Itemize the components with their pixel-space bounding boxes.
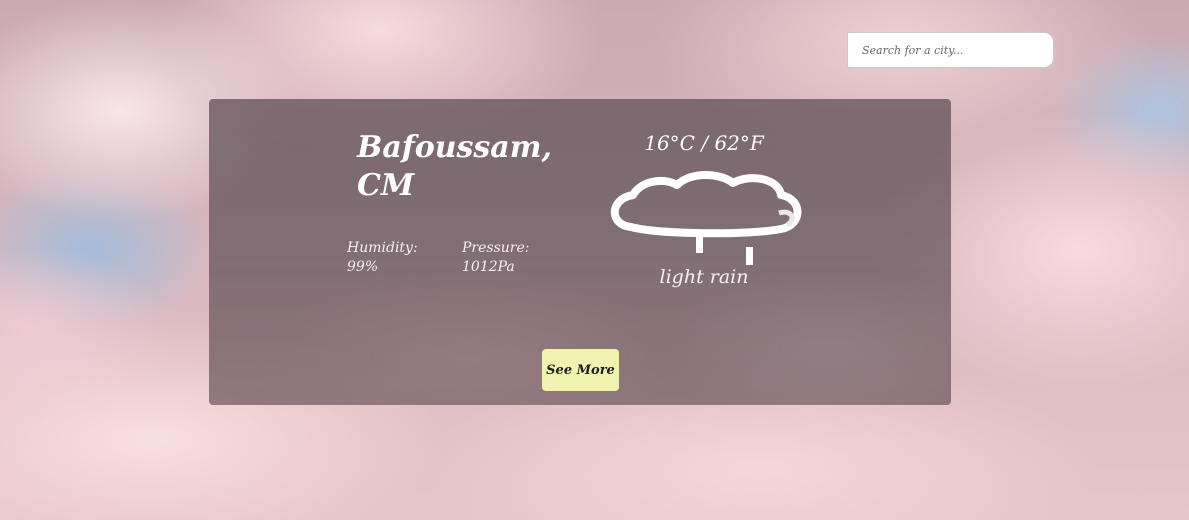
weather-card: Bafoussam, CM Humidity: 99% Pressure: 10… bbox=[209, 99, 951, 405]
pressure-value: Pressure: 1012Pa bbox=[462, 240, 530, 275]
city-search-input[interactable] bbox=[847, 32, 1054, 68]
humidity-value: Humidity: 99% bbox=[347, 240, 418, 275]
rain-cloud-icon bbox=[610, 171, 802, 265]
temperature: 16°C / 62°F bbox=[644, 131, 764, 155]
see-more-button[interactable]: See More bbox=[542, 349, 619, 391]
weather-description: light rain bbox=[659, 266, 749, 288]
city-name: Bafoussam, CM bbox=[357, 130, 552, 203]
